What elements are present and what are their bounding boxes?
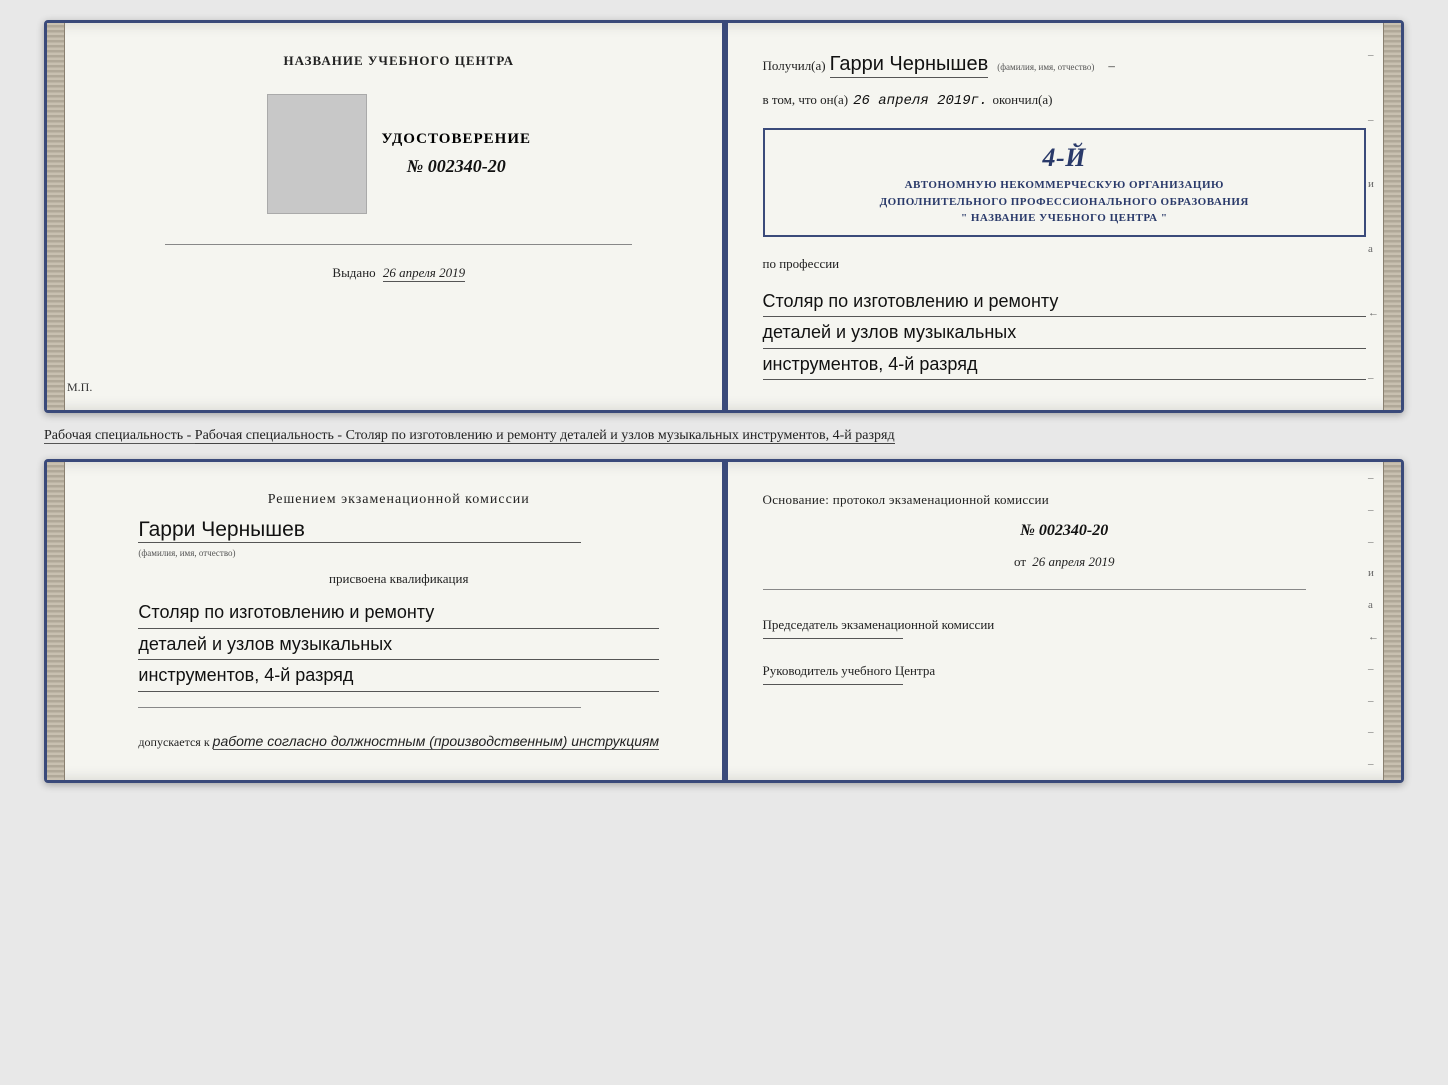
rukevod-signature-line — [763, 684, 903, 685]
top-right-panel: Получил(а) Гарри Чернышев (фамилия, имя,… — [728, 23, 1402, 410]
right-binding-top — [1383, 23, 1401, 410]
bottom-document: Решением экзаменационной комиссии Гарри … — [44, 459, 1404, 783]
bottom-fio-sublabel: (фамилия, имя, отчество) — [138, 548, 235, 558]
profession-line1: Столяр по изготовлению и ремонту — [763, 286, 1367, 318]
chairman-signature-line — [763, 638, 903, 639]
top-left-panel: НАЗВАНИЕ УЧЕБНОГО ЦЕНТРА УДОСТОВЕРЕНИЕ №… — [47, 23, 728, 410]
school-name-top: НАЗВАНИЕ УЧЕБНОГО ЦЕНТРА — [283, 53, 514, 69]
ot-line: от 26 апреля 2019 — [763, 554, 1367, 570]
chairman-section: Председатель экзаменационной комиссии — [763, 617, 1367, 641]
bottom-prof-line1: Столяр по изготовлению и ремонту — [138, 597, 659, 629]
resheniem-title: Решением экзаменационной комиссии — [138, 492, 659, 508]
profession-line2: деталей и узлов музыкальных — [763, 317, 1367, 349]
profession-line3: инструментов, 4-й разряд — [763, 349, 1367, 381]
bottom-fio: Гарри Чернышев — [138, 518, 581, 543]
right-binding-bottom — [1383, 462, 1401, 780]
right-edge-marks-bottom: – – – и а ← – – – – — [1368, 462, 1379, 780]
between-specialty: Рабочая специальность - Рабочая специаль… — [44, 428, 895, 444]
bottom-fio-block: Гарри Чернышев (фамилия, имя, отчество) — [138, 518, 659, 561]
ot-date: 26 апреля 2019 — [1032, 554, 1114, 569]
recipient-fio: Гарри Чернышев — [830, 53, 989, 78]
bottom-left-panel: Решением экзаменационной комиссии Гарри … — [47, 462, 728, 780]
between-text: Рабочая специальность - Рабочая специаль… — [44, 423, 1404, 449]
stamp-box: 4-й АВТОНОМНУЮ НЕКОММЕРЧЕСКУЮ ОРГАНИЗАЦИ… — [763, 128, 1367, 237]
bottom-profession-block: Столяр по изготовлению и ремонту деталей… — [138, 597, 659, 692]
photo-placeholder — [267, 94, 367, 214]
dopusk-text: работе согласно должностным (производств… — [213, 733, 659, 750]
udost-label: УДОСТОВЕРЕНИЕ — [382, 131, 532, 148]
prisvoyena-label: присвоена квалификация — [138, 571, 659, 587]
stamp-grade: 4-й — [777, 138, 1353, 177]
vydano-date: 26 апреля 2019 — [383, 265, 465, 282]
po-professii-label: по профессии — [763, 256, 1367, 272]
fio-sublabel-top: (фамилия, имя, отчество) — [997, 62, 1094, 72]
udost-number: № 002340-20 — [407, 156, 506, 177]
osnovaniye-text: Основание: протокол экзаменационной коми… — [763, 492, 1367, 508]
vtom-line: в том, что он(а) 26 апреля 2019г. окончи… — [763, 92, 1367, 109]
vydano-line: Выдано 26 апреля 2019 — [332, 265, 465, 281]
top-document: НАЗВАНИЕ УЧЕБНОГО ЦЕНТРА УДОСТОВЕРЕНИЕ №… — [44, 20, 1404, 413]
dopusk-block: допускается к работе согласно должностны… — [138, 733, 659, 750]
poluchil-line: Получил(а) Гарри Чернышев (фамилия, имя,… — [763, 53, 1367, 78]
right-edge-marks: – – и а ← – — [1368, 23, 1379, 410]
study-date: 26 апреля 2019г. — [853, 93, 987, 109]
protocol-number: № 002340-20 — [763, 522, 1367, 540]
bottom-right-panel: Основание: протокол экзаменационной коми… — [728, 462, 1402, 780]
profession-text-top: Столяр по изготовлению и ремонту деталей… — [763, 286, 1367, 381]
rukevod-section: Руководитель учебного Центра — [763, 663, 1367, 687]
bottom-prof-line3: инструментов, 4-й разряд — [138, 660, 659, 692]
bottom-prof-line2: деталей и узлов музыкальных — [138, 629, 659, 661]
mp-label: М.П. — [67, 380, 92, 395]
